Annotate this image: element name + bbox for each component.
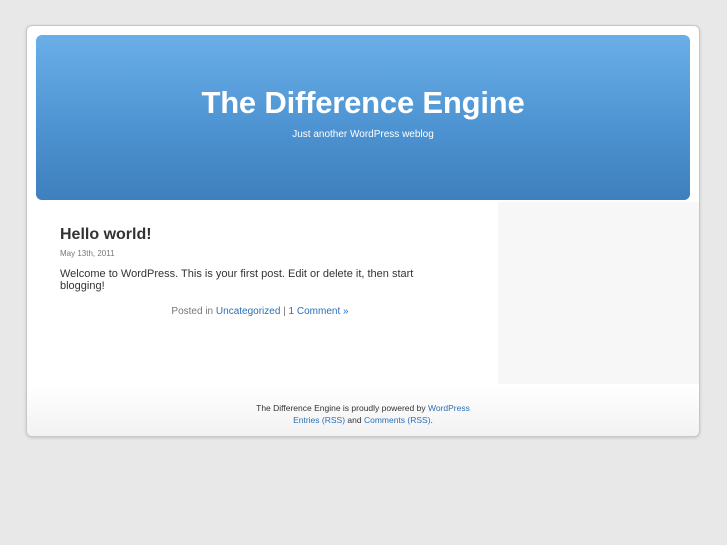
blog-description: Just another WordPress weblog bbox=[292, 129, 434, 140]
main-content: Hello world! May 13th, 2011 Welcome to W… bbox=[60, 226, 460, 317]
comments-rss-link[interactable]: Comments (RSS) bbox=[364, 415, 431, 425]
footer-end-text: . bbox=[430, 415, 433, 425]
post-date: May 13th, 2011 bbox=[60, 249, 115, 258]
page-container: The Difference Engine Just another WordP… bbox=[26, 25, 700, 437]
blog-title[interactable]: The Difference Engine bbox=[36, 35, 690, 121]
posted-in-label: Posted in bbox=[171, 306, 216, 317]
sidebar bbox=[498, 202, 699, 384]
post-title[interactable]: Hello world! bbox=[60, 226, 460, 244]
footer-powered-text: The Difference Engine is proudly powered… bbox=[256, 403, 428, 413]
footer-and-text: and bbox=[345, 415, 364, 425]
footer: The Difference Engine is proudly powered… bbox=[27, 386, 699, 436]
comments-link[interactable]: 1 Comment » bbox=[289, 306, 349, 317]
wordpress-link[interactable]: WordPress bbox=[428, 403, 470, 413]
entries-rss-link[interactable]: Entries (RSS) bbox=[293, 415, 345, 425]
category-link[interactable]: Uncategorized bbox=[216, 306, 280, 317]
footer-feeds-line: Entries (RSS) and Comments (RSS). bbox=[27, 414, 699, 426]
meta-separator: | bbox=[280, 306, 289, 317]
footer-powered-line: The Difference Engine is proudly powered… bbox=[27, 386, 699, 414]
blog-header: The Difference Engine Just another WordP… bbox=[36, 35, 690, 200]
post-body: Welcome to WordPress. This is your first… bbox=[60, 268, 414, 292]
post-meta: Posted in Uncategorized | 1 Comment » bbox=[60, 306, 460, 317]
